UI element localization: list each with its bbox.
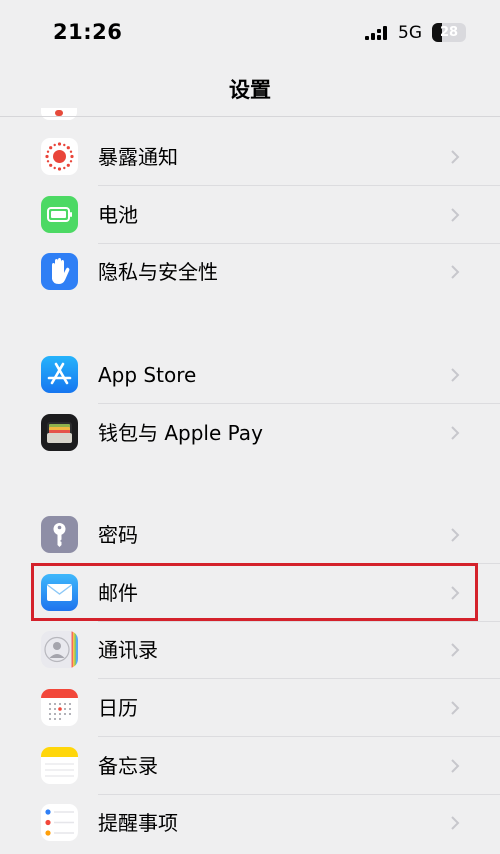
settings-item-label: 隐私与安全性 (98, 260, 218, 284)
settings-item-label: 电池 (98, 203, 138, 227)
network-type: 5G (398, 23, 422, 43)
settings-item-battery[interactable]: 电池 (0, 186, 500, 244)
chevron-right-icon (451, 426, 460, 440)
settings-item-label: 备忘录 (98, 754, 158, 778)
chevron-right-icon (451, 643, 460, 657)
settings-item-app-store[interactable]: App Store (0, 346, 500, 404)
notes-icon (41, 747, 78, 784)
chevron-right-icon (451, 528, 460, 542)
chevron-right-icon (451, 368, 460, 382)
settings-item-label: 日历 (98, 696, 138, 720)
chevron-right-icon (451, 208, 460, 222)
chevron-right-icon (451, 816, 460, 830)
privacy-hand-icon (41, 253, 78, 290)
settings-item-label: 钱包与 Apple Pay (98, 421, 263, 445)
partially-hidden-icon (41, 108, 77, 120)
wallet-icon (41, 414, 78, 451)
battery-icon: 28 (432, 23, 466, 42)
settings-item-label: App Store (98, 363, 197, 387)
battery-icon (41, 196, 78, 233)
chevron-right-icon (451, 701, 460, 715)
cellular-signal-icon (365, 26, 387, 40)
page-title: 设置 (229, 78, 271, 102)
settings-item-label: 提醒事项 (98, 811, 178, 835)
settings-item-notes[interactable]: 备忘录 (0, 737, 500, 795)
settings-item-reminders[interactable]: 提醒事项 (0, 794, 500, 852)
settings-item-privacy[interactable]: 隐私与安全性 (0, 243, 500, 301)
status-time: 21:26 (53, 20, 123, 44)
settings-item-label: 通讯录 (98, 638, 158, 662)
settings-item-contacts[interactable]: 通讯录 (0, 621, 500, 679)
reminders-icon (41, 804, 78, 841)
app-store-icon (41, 356, 78, 393)
nav-divider (0, 116, 500, 117)
mail-highlight-box (31, 563, 478, 621)
battery-level: 28 (439, 25, 459, 40)
settings-item-calendar[interactable]: 日历 (0, 679, 500, 737)
exposure-notification-icon (41, 138, 78, 175)
key-icon (41, 516, 78, 553)
chevron-right-icon (451, 759, 460, 773)
settings-item-label: 暴露通知 (98, 145, 178, 169)
status-bar: 21:26 5G 28 (0, 0, 500, 64)
contacts-icon (41, 631, 78, 668)
settings-item-wallet[interactable]: 钱包与 Apple Pay (0, 404, 500, 462)
chevron-right-icon (451, 150, 460, 164)
settings-item-exposure-notification[interactable]: 暴露通知 (0, 128, 500, 186)
settings-item-passwords[interactable]: 密码 (0, 506, 500, 564)
settings-item-label: 密码 (98, 523, 138, 547)
chevron-right-icon (451, 265, 460, 279)
calendar-icon (41, 689, 78, 726)
